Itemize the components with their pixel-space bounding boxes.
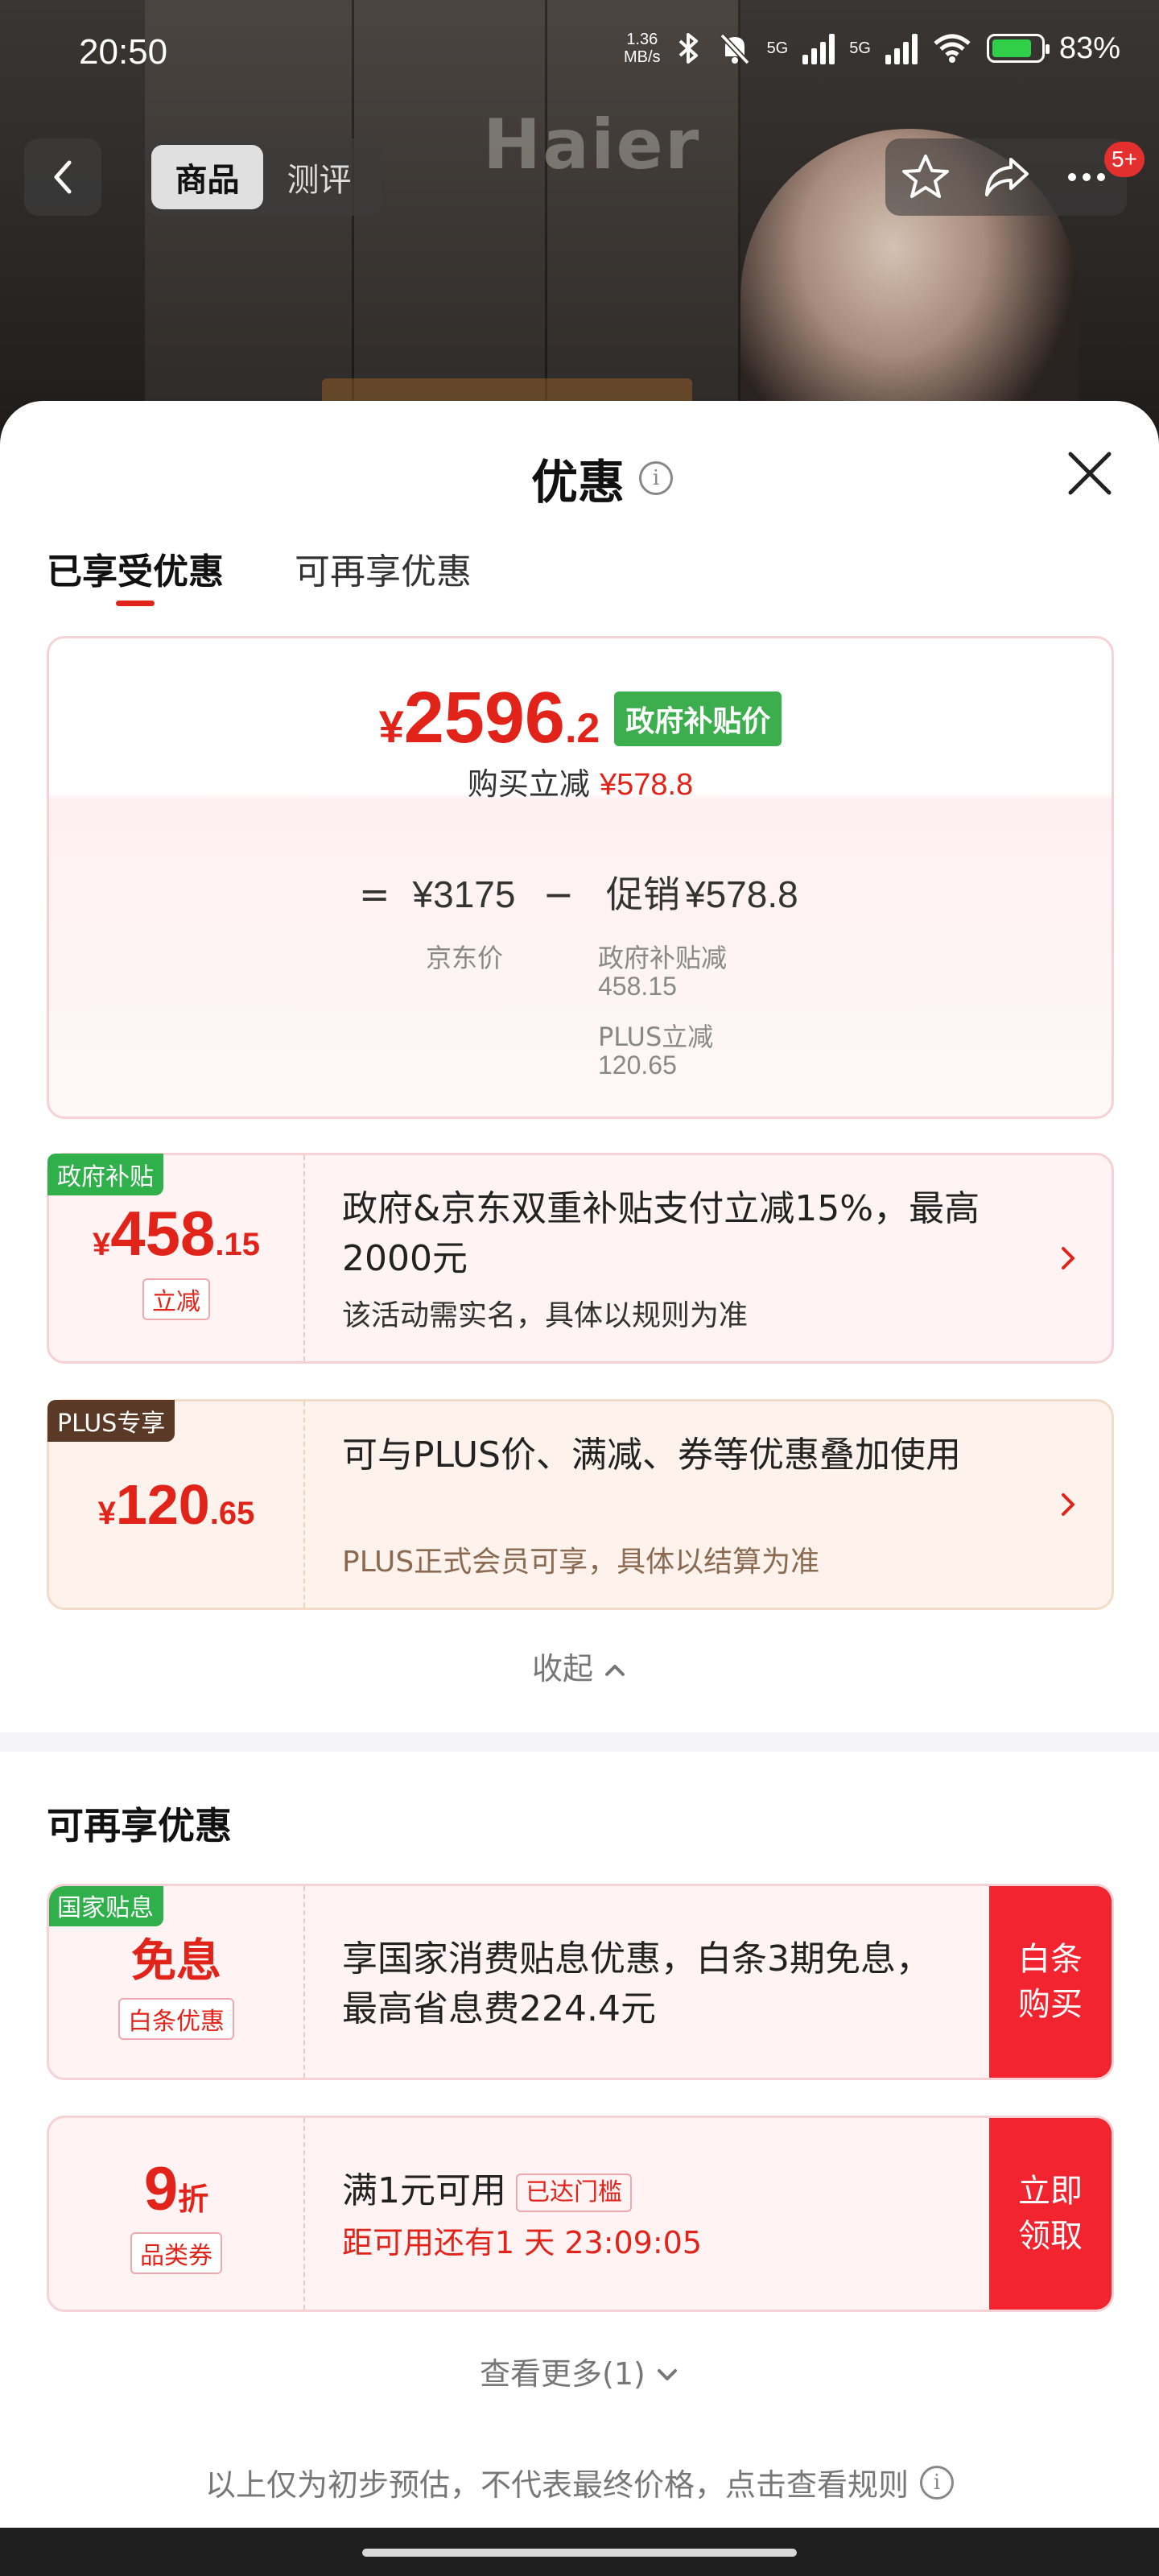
coupon-description: 政府&京东双重补贴支付立减15%，最高2000元 xyxy=(342,1188,980,1279)
coupon-type-tag: 立减 xyxy=(142,1278,210,1320)
price-summary-card: ¥2596.2 政府补贴价 购买立减 ¥578.8 = ¥3175 − 促销 ¥… xyxy=(47,636,1114,1119)
star-favorite-icon[interactable] xyxy=(900,151,951,203)
coupon-description: 满1元可用 已达门槛 xyxy=(342,2166,632,2216)
price-calculation: = ¥3175 − 促销 ¥578.8 xyxy=(359,873,798,916)
chevron-left-icon xyxy=(54,160,72,194)
notification-badge: 5+ xyxy=(1104,142,1145,177)
tab-enjoyed-discounts[interactable]: 已享受优惠 xyxy=(47,543,224,606)
section-divider xyxy=(0,1732,1159,1752)
collapse-button[interactable]: 收起 xyxy=(0,1644,1159,1688)
battery-icon xyxy=(986,34,1050,63)
tab-review[interactable]: 测评 xyxy=(263,145,375,209)
coupon-description: 享国家消费贴息优惠，白条3期免息，最高省息费224.4元 xyxy=(342,1938,931,2029)
more-discounts-title: 可再享优惠 xyxy=(47,1804,232,1847)
chevron-down-icon xyxy=(657,2369,677,2380)
interest-free-coupon: 免息 白条优惠 国家贴息 享国家消费贴息优惠，白条3期免息，最高省息费224.4… xyxy=(47,1884,1114,2080)
corner-tag: PLUS专享 xyxy=(47,1400,175,1442)
signal-strength-icon xyxy=(802,32,835,64)
chevron-right-icon xyxy=(1062,1493,1074,1516)
instant-discount-line: 购买立减 ¥578.8 xyxy=(467,766,694,802)
plus-discount-label: PLUS立减 xyxy=(598,1022,714,1052)
back-button[interactable] xyxy=(24,138,101,216)
share-icon[interactable] xyxy=(980,151,1032,203)
close-icon[interactable] xyxy=(1064,448,1116,499)
header-tabs: 商品 测评 xyxy=(145,138,382,216)
header-actions xyxy=(885,138,1127,216)
promo-amount: ¥578.8 xyxy=(685,873,798,915)
jd-price: ¥3175 xyxy=(412,873,516,915)
see-more-button[interactable]: 查看更多(1) xyxy=(0,2349,1159,2393)
final-price: ¥2596.2 xyxy=(378,678,600,758)
gov-subsidy-price-tag: 政府补贴价 xyxy=(614,691,782,746)
baitiao-buy-button[interactable]: 白条购买 xyxy=(989,1886,1112,2078)
plus-discount-value: 120.65 xyxy=(598,1051,677,1080)
tab-more-discounts[interactable]: 可再享优惠 xyxy=(295,543,472,594)
status-icons: 1.36 MB/s 5G 5G 83% xyxy=(624,31,1120,66)
status-time: 20:50 xyxy=(79,32,168,72)
corner-tag: 国家贴息 xyxy=(49,1886,163,1926)
gov-subsidy-label: 政府补贴减 xyxy=(598,943,728,973)
bluetooth-icon xyxy=(678,33,698,64)
coupon-description: 可与PLUS价、满减、券等优惠叠加使用 xyxy=(342,1435,961,1476)
gov-subsidy-value: 458.15 xyxy=(598,972,677,1001)
sheet-title: 优惠 xyxy=(531,455,625,510)
threshold-reached-tag: 已达门槛 xyxy=(516,2174,632,2212)
coupon-amount-area: 9折 品类券 xyxy=(49,2118,305,2310)
chevron-up-icon xyxy=(605,1665,625,1676)
corner-tag: 政府补贴 xyxy=(47,1154,163,1195)
coupon-type-tag: 白条优惠 xyxy=(118,1997,234,2040)
chevron-right-icon xyxy=(1062,1247,1074,1269)
discount-tabs: 已享受优惠 可再享优惠 xyxy=(47,543,472,606)
countdown-timer: 距可用还有1 天 23:09:05 xyxy=(342,2225,703,2260)
plus-exclusive-coupon[interactable]: ¥120.65 PLUS专享 可与PLUS价、满减、券等优惠叠加使用 PLUS正… xyxy=(47,1399,1114,1610)
brand-watermark: Haier xyxy=(483,105,701,185)
status-bar: 20:50 1.36 MB/s 5G 5G 83% xyxy=(0,0,1159,105)
claim-now-button[interactable]: 立即领取 xyxy=(989,2118,1112,2310)
jd-price-label: 京东价 xyxy=(426,943,504,973)
network-speed: 1.36 MB/s xyxy=(624,31,661,66)
battery-percent: 83% xyxy=(1058,31,1120,65)
category-coupon: 9折 品类券 满1元可用 已达门槛 距可用还有1 天 23:09:05 立即领取 xyxy=(47,2116,1114,2312)
coupon-amount: ¥120.65 xyxy=(97,1473,255,1536)
wifi-icon xyxy=(934,34,971,63)
info-icon: i xyxy=(920,2465,954,2500)
coupon-type-tag: 品类券 xyxy=(130,2231,222,2274)
home-indicator[interactable] xyxy=(362,2549,797,2557)
sheet-header: 优惠 i xyxy=(531,444,674,512)
mute-bell-icon xyxy=(720,33,750,65)
info-icon[interactable]: i xyxy=(639,461,674,495)
rules-note[interactable]: 以上仅为初步预估，不代表最终价格，点击查看规则 i xyxy=(0,2460,1159,2504)
coupon-amount: ¥458.15 xyxy=(93,1197,260,1269)
interest-free-label: 免息 xyxy=(131,1934,221,1988)
coupon-note: PLUS正式会员可享，具体以结算为准 xyxy=(342,1546,820,1579)
final-price-row: ¥2596.2 政府补贴价 xyxy=(49,677,1112,760)
coupon-note: 该活动需实名，具体以规则为准 xyxy=(342,1299,749,1332)
signal-strength-icon xyxy=(885,32,918,64)
tab-product[interactable]: 商品 xyxy=(151,145,263,209)
discount-rate: 9折 xyxy=(143,2154,209,2223)
gov-subsidy-coupon[interactable]: ¥458.15 立减 政府补贴 政府&京东双重补贴支付立减15%，最高2000元… xyxy=(47,1153,1114,1364)
